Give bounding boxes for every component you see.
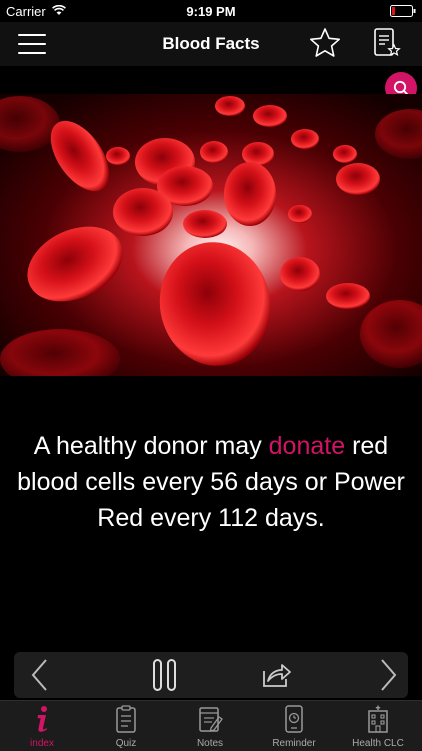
hospital-icon xyxy=(368,705,388,733)
reminder-phone-icon xyxy=(285,705,303,733)
page-title: Blood Facts xyxy=(162,34,260,53)
red-blood-cells-image xyxy=(0,94,422,376)
chevron-left-icon xyxy=(31,659,47,691)
fact-text: A healthy donor may donate red blood cel… xyxy=(0,428,422,536)
notes-icon xyxy=(199,707,223,732)
fact-text-start: A healthy donor may xyxy=(33,432,269,460)
tab-notes[interactable]: Notes xyxy=(168,701,252,751)
nav-bar: Blood Facts xyxy=(0,22,422,66)
tab-quiz[interactable]: Quiz xyxy=(84,701,168,751)
next-fact-button[interactable] xyxy=(374,658,400,692)
pause-icon xyxy=(153,659,176,691)
tab-label: Health CLC xyxy=(352,738,404,749)
tab-index[interactable]: index xyxy=(0,701,84,751)
fact-highlight-link[interactable]: donate xyxy=(269,432,345,460)
status-bar: Carrier 9:19 PM xyxy=(0,0,422,22)
quiz-clipboard-icon xyxy=(116,705,136,733)
tab-label: Reminder xyxy=(272,738,316,749)
previous-fact-button[interactable] xyxy=(28,658,54,692)
bookmark-list-icon xyxy=(374,28,401,57)
chevron-right-icon xyxy=(381,659,397,691)
favorite-button[interactable] xyxy=(308,26,342,60)
tab-label: Notes xyxy=(196,738,224,749)
tab-label: Quiz xyxy=(115,738,137,749)
share-button[interactable] xyxy=(258,660,294,690)
saved-facts-button[interactable] xyxy=(372,26,402,60)
tab-label: index xyxy=(30,738,54,749)
tab-reminder[interactable]: Reminder xyxy=(252,701,336,751)
pause-button[interactable] xyxy=(152,657,178,693)
blood-cells-illustration xyxy=(0,94,422,376)
info-icon xyxy=(37,706,47,732)
share-icon xyxy=(263,664,291,687)
battery-icon xyxy=(390,5,416,17)
tab-health-clc[interactable]: Health CLC xyxy=(336,701,420,751)
tab-bar: index Quiz Notes Reminder Health CLC xyxy=(0,700,422,751)
player-controls xyxy=(14,652,408,698)
status-time: 9:19 PM xyxy=(186,4,236,19)
star-icon xyxy=(309,28,341,57)
